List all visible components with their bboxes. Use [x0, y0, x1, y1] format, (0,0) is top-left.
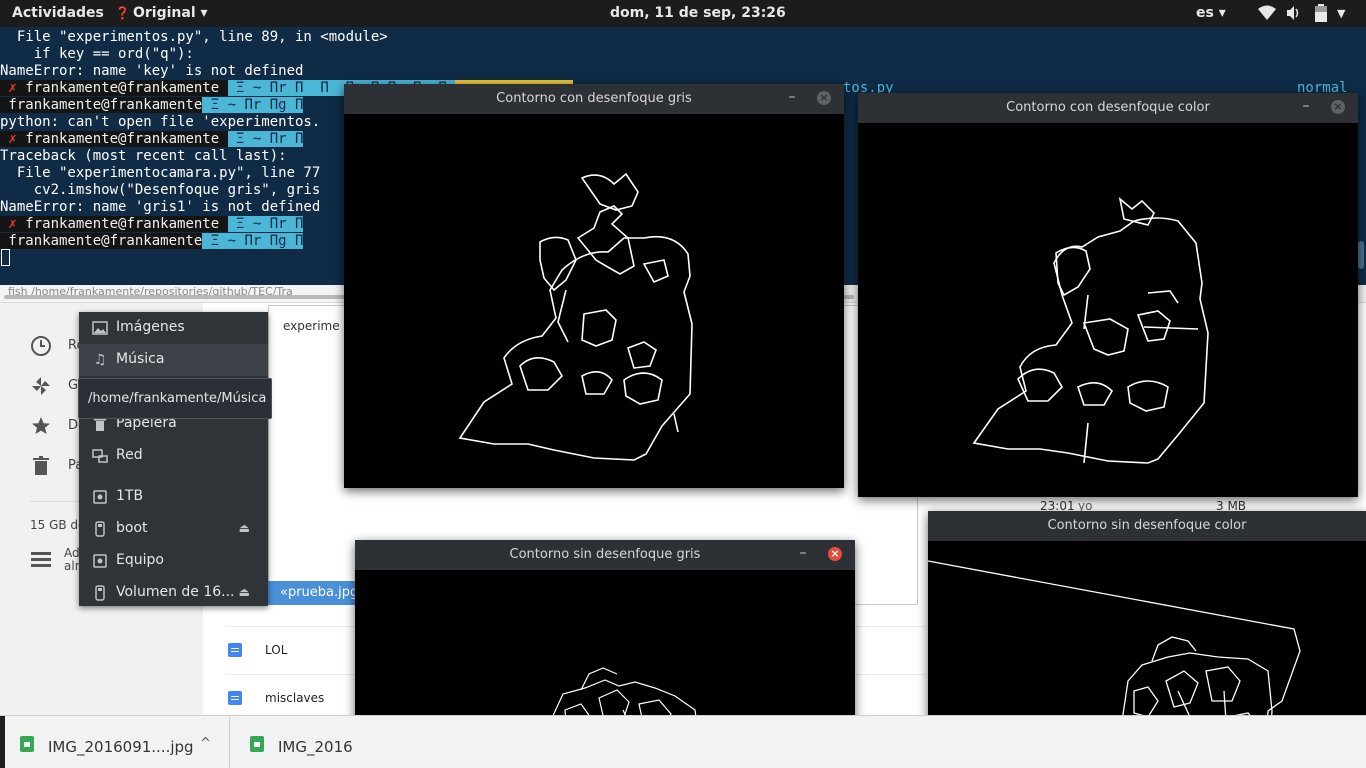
selected-file[interactable]: «prueba.jpg — [268, 581, 358, 605]
storage-list-icon — [30, 548, 52, 570]
terminal-line: File "experimentocamara.py", line 77 — [0, 165, 321, 181]
chevron-down-icon: ▾ — [1218, 5, 1226, 21]
eject-icon[interactable]: ⏏ — [239, 585, 250, 599]
activities-button[interactable]: Actividades — [12, 5, 104, 21]
terminal-prompt: ✗ frankamente@frankamente Ξ ~ Πr Π — [0, 216, 304, 232]
window-title: Contorno sin desenfoque gris — [509, 547, 701, 562]
wifi-icon[interactable] — [1258, 5, 1276, 25]
music-icon: ♫ — [93, 352, 107, 368]
menu-item-computer[interactable]: Equipo — [79, 545, 268, 577]
usb-icon — [92, 585, 108, 601]
close-button[interactable]: × — [1331, 100, 1345, 114]
terminal-line: cv2.imshow("Desenfoque gris", gris — [0, 182, 321, 198]
places-menu: Imágenes ♫ Música Papelera Red 1TB boot … — [79, 312, 268, 606]
menu-item-music[interactable]: ♫ Música — [79, 344, 268, 376]
window-title: Contorno con desenfoque gris — [496, 91, 692, 106]
document-icon — [228, 691, 242, 705]
storage-usage: 15 GB de — [30, 518, 86, 532]
drive-icon — [92, 553, 108, 569]
window-contour-gray-blur[interactable]: Contorno con desenfoque gris – × — [344, 84, 844, 488]
close-button[interactable]: × — [817, 91, 831, 105]
window-titlebar[interactable]: Contorno con desenfoque color – × — [858, 93, 1358, 123]
app-icon: ❓ — [115, 6, 130, 20]
dialog-filename: experime — [283, 319, 340, 333]
window-titlebar[interactable]: Contorno sin desenfoque gris – × — [355, 540, 855, 570]
window-titlebar[interactable]: Contorno con desenfoque gris – × — [344, 84, 844, 114]
terminal-prompt: frankamente@frankamente Ξ ~ Πr Πg Π — [0, 97, 304, 113]
terminal-prompt: ✗ frankamente@frankamente Ξ ~ Πr Π — [0, 131, 304, 147]
terminal-scrollbar[interactable] — [1358, 241, 1364, 269]
pinwheel-icon — [30, 375, 52, 397]
app-menu-button[interactable]: Original ▾ — [133, 5, 208, 21]
contour-image — [458, 172, 693, 461]
terminal-line: NameError: name 'gris1' is not defined — [0, 199, 321, 215]
battery-icon[interactable] — [1315, 4, 1327, 26]
chevron-up-icon[interactable]: ^ — [200, 736, 211, 751]
terminal-line: python: can't open file 'experimentos. — [0, 114, 321, 130]
window-contour-color-blur[interactable]: Contorno con desenfoque color – × — [858, 93, 1358, 497]
minimize-button[interactable]: – — [796, 545, 810, 561]
download-item[interactable]: IMG_2016 — [230, 716, 360, 768]
menu-item-volume[interactable]: Volumen de 16... ⏏ — [79, 577, 268, 609]
close-button[interactable]: × — [828, 547, 842, 561]
top-bar: Actividades ❓ Original ▾ dom, 11 de sep,… — [0, 0, 1366, 27]
terminal-line: File "experimentos.py", line 89, in <mod… — [0, 29, 388, 45]
download-item[interactable]: IMG_2016091....jpg ^ — [0, 716, 230, 768]
volume-icon[interactable] — [1286, 5, 1302, 25]
drive-icon — [92, 489, 108, 505]
network-icon — [92, 448, 108, 464]
image-file-icon — [20, 736, 34, 752]
download-bar: IMG_2016091....jpg ^ IMG_2016 — [0, 715, 1366, 768]
eject-icon[interactable]: ⏏ — [239, 521, 250, 535]
window-title: Contorno con desenfoque color — [1006, 100, 1210, 115]
language-selector[interactable]: es ▾ — [1196, 5, 1226, 21]
trash-icon — [30, 455, 52, 477]
terminal-cursor — [1, 249, 10, 266]
minimize-button[interactable]: – — [1299, 98, 1313, 114]
document-icon — [228, 643, 242, 657]
image-file-icon — [250, 736, 264, 752]
usb-icon — [92, 521, 108, 537]
system-menu-chevron-icon[interactable]: ▼ — [1337, 7, 1345, 20]
window-title: Contorno sin desenfoque color — [1047, 518, 1247, 533]
window-titlebar[interactable]: Contorno sin desenfoque color — [928, 511, 1366, 541]
image-icon — [92, 320, 108, 336]
terminal-line: Traceback (most recent call last): — [0, 148, 287, 164]
star-icon — [30, 415, 52, 437]
contour-image — [972, 196, 1209, 464]
terminal-prompt: frankamente@frankamente Ξ ~ Πr Πg Π — [0, 233, 304, 249]
menu-item-1tb[interactable]: 1TB — [79, 481, 268, 513]
menu-item-network[interactable]: Red — [79, 440, 268, 472]
terminal-line: NameError: name 'key' is not defined — [0, 63, 304, 79]
terminal-line: if key == ord("q"): — [0, 46, 194, 62]
menu-item-boot[interactable]: boot ⏏ — [79, 513, 268, 545]
clock[interactable]: dom, 11 de sep, 23:26 — [610, 5, 786, 21]
menu-item-images[interactable]: Imágenes — [79, 312, 268, 344]
clock-icon — [30, 335, 52, 357]
tooltip: /home/frankamente/Música — [78, 378, 272, 419]
minimize-button[interactable]: – — [785, 89, 799, 105]
chevron-down-icon: ▾ — [200, 5, 208, 21]
